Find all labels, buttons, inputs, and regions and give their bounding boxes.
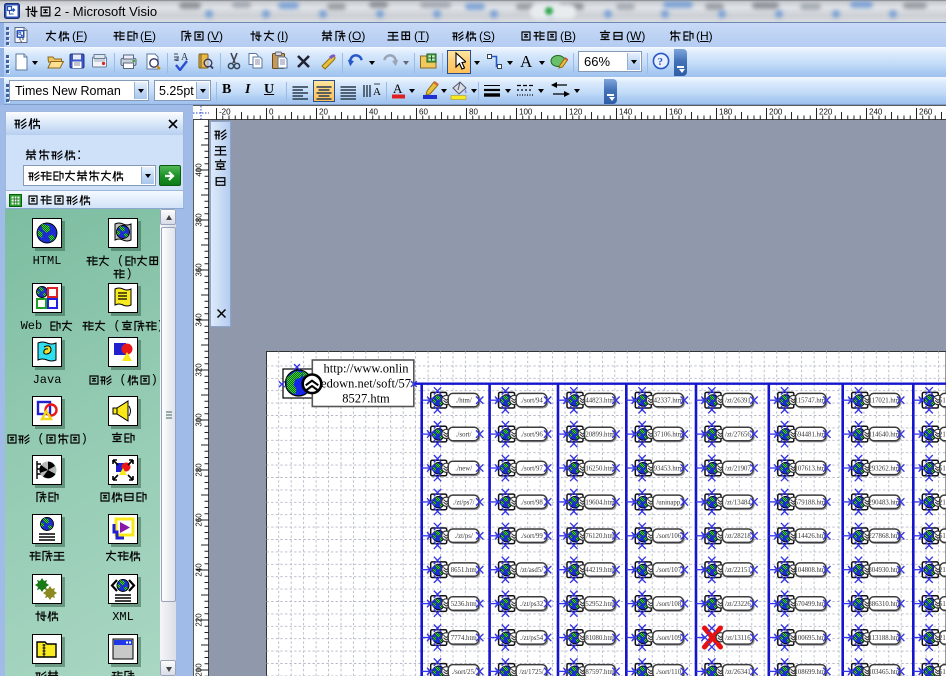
svg-text:./sort/108: ./sort/108	[655, 601, 681, 608]
svg-text:0: 0	[269, 108, 274, 117]
svg-text:19604.htm: 19604.htm	[585, 499, 615, 506]
svg-text:/zt/23226: /zt/23226	[725, 601, 751, 608]
svg-text:513136.htm: 513136.htm	[939, 601, 946, 608]
svg-text:./sort/109: ./sort/109	[655, 635, 681, 642]
svg-text:./zt/ps32: ./zt/ps32	[520, 601, 544, 608]
svg-text:37106.htm: 37106.htm	[654, 432, 684, 439]
svg-text:87597.htm: 87597.htm	[585, 669, 615, 676]
svg-text:./sort/98: ./sort/98	[520, 499, 543, 506]
svg-text:117021.htm: 117021.htm	[868, 398, 901, 405]
svg-text:./sort/: ./sort/	[456, 432, 472, 439]
svg-text:240: 240	[869, 108, 883, 117]
svg-text:260: 260	[195, 513, 204, 527]
svg-text:400: 400	[195, 163, 204, 177]
svg-text:260: 260	[919, 108, 933, 117]
svg-text:/zt/27656: /zt/27656	[725, 432, 751, 439]
svg-text:./sort/94: ./sort/94	[520, 398, 543, 405]
svg-text:./zt/ps54: ./zt/ps54	[520, 635, 544, 642]
svg-text:114640.htm: 114640.htm	[868, 432, 901, 439]
svg-text:http://www.onlin: http://www.onlin	[324, 361, 410, 375]
svg-text:213136.htm: 213136.htm	[939, 567, 946, 574]
svg-text:16250.htm: 16250.htm	[585, 465, 615, 472]
svg-text:200: 200	[769, 108, 783, 117]
svg-text:93453.htm: 93453.htm	[654, 465, 684, 472]
svg-text:/zt/22151: /zt/22151	[725, 567, 751, 574]
svg-text:/uninapp: /uninapp	[656, 499, 680, 506]
svg-text:/zt/28218: /zt/28218	[725, 533, 751, 540]
svg-text:/zt/asd5/: /zt/asd5/	[520, 567, 543, 574]
svg-text:./zt/ps7/: ./zt/ps7/	[453, 499, 475, 506]
svg-text:120: 120	[569, 108, 583, 117]
svg-text:360: 360	[195, 263, 204, 277]
svg-text:180: 180	[719, 108, 733, 117]
svg-text:380: 380	[195, 213, 204, 227]
svg-text:7774.htm: 7774.htm	[451, 635, 478, 642]
svg-text:513136.htm: 513136.htm	[939, 533, 946, 540]
svg-text:320: 320	[195, 363, 204, 377]
svg-text:513136.htm: 513136.htm	[939, 669, 946, 676]
svg-text:81080.htm: 81080.htm	[585, 635, 615, 642]
svg-text:340: 340	[195, 313, 204, 327]
svg-text:a: a	[175, 53, 179, 63]
svg-text:./sort/107: ./sort/107	[655, 567, 681, 574]
svg-text:42337.htm: 42337.htm	[654, 398, 684, 405]
svg-text:513747.htm: 513747.htm	[939, 398, 946, 405]
svg-text:./sort/25/: ./sort/25/	[452, 669, 476, 676]
svg-text:213136.htm: 213136.htm	[939, 499, 946, 506]
svg-text:44823.htm: 44823.htm	[585, 398, 615, 405]
svg-text:./sort/99: ./sort/99	[520, 533, 543, 540]
svg-text:A: A	[520, 52, 533, 69]
svg-text:220: 220	[819, 108, 833, 117]
svg-text:160: 160	[669, 108, 683, 117]
svg-text:40: 40	[369, 108, 378, 117]
svg-text:/zt/26391: /zt/26391	[725, 398, 751, 405]
svg-text:./sort/106: ./sort/106	[655, 533, 681, 540]
svg-text:/zt/13484: /zt/13484	[725, 499, 751, 506]
svg-text:76120.htm: 76120.htm	[585, 533, 615, 540]
svg-text:./sort/97: ./sort/97	[520, 465, 543, 472]
svg-text:100: 100	[519, 108, 533, 117]
svg-text:240: 240	[195, 563, 204, 577]
svg-text:5236.htm: 5236.htm	[451, 601, 478, 608]
svg-text:52952.htm: 52952.htm	[585, 601, 615, 608]
svg-text:/zt/1725/: /zt/1725/	[520, 669, 544, 676]
svg-text:200: 200	[195, 663, 204, 676]
svg-text:213041.htm: 213041.htm	[939, 432, 946, 439]
svg-text:20: 20	[319, 108, 328, 117]
svg-text:280: 280	[195, 463, 204, 477]
svg-text:/zt/26341: /zt/26341	[725, 669, 751, 676]
svg-text:-20: -20	[219, 108, 231, 117]
svg-text:edown.net/soft/57: edown.net/soft/57	[321, 376, 411, 390]
svg-text:114426.htm: 114426.htm	[795, 533, 828, 540]
svg-text:213136.htm: 213136.htm	[939, 635, 946, 642]
svg-text:./sort/96: ./sort/96	[520, 432, 543, 439]
svg-text:./htm/: ./htm/	[456, 398, 472, 405]
svg-text:115747.htm: 115747.htm	[795, 398, 828, 405]
svg-text:8527.htm: 8527.htm	[342, 391, 390, 405]
svg-text:44219.htm: 44219.htm	[585, 567, 615, 574]
svg-text:./new/: ./new/	[455, 465, 472, 472]
svg-text:./zt/ps/: ./zt/ps/	[455, 533, 473, 540]
svg-text:/zt/21907: /zt/21907	[725, 465, 751, 472]
svg-text:8651.htm: 8651.htm	[451, 567, 478, 574]
svg-text:A: A	[393, 81, 403, 96]
svg-text:113188.htm: 113188.htm	[868, 635, 901, 642]
svg-text:140: 140	[619, 108, 633, 117]
svg-text:A: A	[373, 86, 381, 98]
svg-text:300: 300	[195, 413, 204, 427]
svg-text:A: A	[181, 52, 189, 63]
svg-text:20899.htm: 20899.htm	[585, 432, 615, 439]
svg-text:60: 60	[419, 108, 428, 117]
svg-text:220: 220	[195, 613, 204, 627]
svg-text:./sort/110: ./sort/110	[655, 669, 681, 676]
svg-text:/zt/13116: /zt/13116	[725, 635, 751, 642]
svg-text:?: ?	[658, 56, 664, 68]
svg-text:513136.htm: 513136.htm	[939, 465, 946, 472]
svg-text:80: 80	[469, 108, 478, 117]
